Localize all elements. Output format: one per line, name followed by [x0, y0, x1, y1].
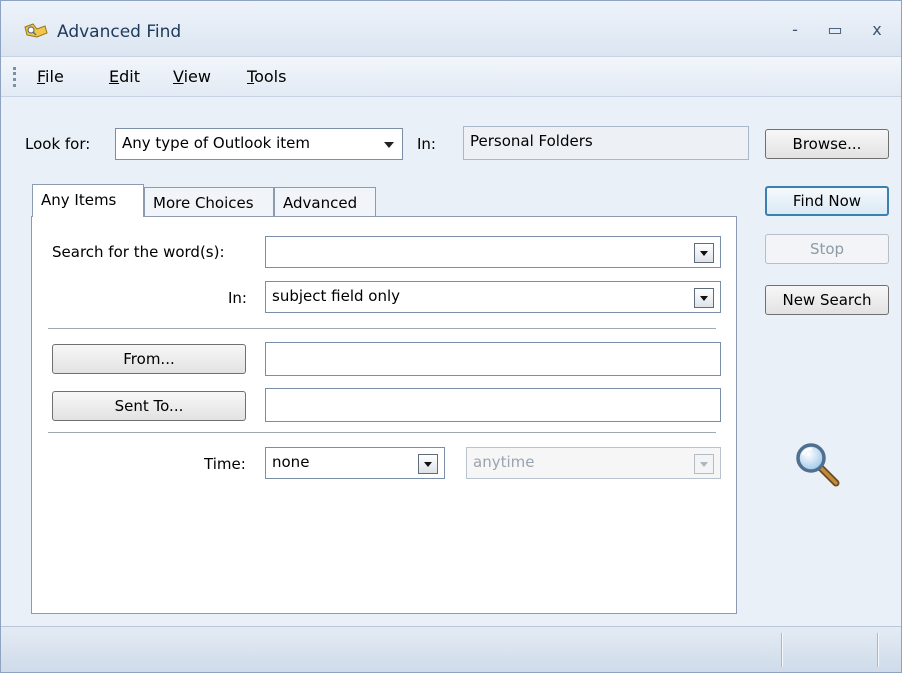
look-for-dropdown[interactable]: Any type of Outlook item: [115, 128, 403, 160]
minimize-button[interactable]: -: [779, 17, 811, 43]
stop-button[interactable]: Stop: [765, 234, 889, 264]
menu-view-label: iew: [183, 67, 211, 86]
chevron-down-icon[interactable]: [694, 243, 714, 263]
sent-to-button[interactable]: Sent To...: [52, 391, 246, 421]
menu-tools-label: ools: [254, 67, 287, 86]
status-bar: [1, 626, 901, 672]
in-folder-field: Personal Folders: [463, 126, 749, 160]
tab-more-choices[interactable]: More Choices: [144, 187, 274, 217]
from-input[interactable]: [265, 342, 721, 376]
search-in-label: In:: [228, 289, 247, 307]
status-divider: [781, 633, 783, 667]
menu-tools[interactable]: Tools: [247, 67, 286, 86]
time-range-value: anytime: [473, 453, 535, 471]
search-words-combo[interactable]: [265, 236, 721, 268]
menu-file[interactable]: File: [37, 67, 64, 86]
menu-file-label: ile: [45, 67, 64, 86]
in-folder-label: In:: [417, 135, 436, 153]
divider: [48, 432, 716, 434]
divider: [48, 328, 716, 330]
menu-view[interactable]: View: [173, 67, 211, 86]
status-divider: [877, 633, 879, 667]
toolbar-grip[interactable]: [13, 67, 16, 87]
look-for-value: Any type of Outlook item: [122, 134, 310, 152]
menu-view-mnemonic: V: [173, 67, 184, 86]
chevron-down-icon[interactable]: [694, 288, 714, 308]
menu-bar: File Edit View Tools: [1, 57, 901, 97]
from-button[interactable]: From...: [52, 344, 246, 374]
search-words-label: Search for the word(s):: [52, 243, 225, 261]
chevron-down-icon: [694, 454, 714, 474]
menu-edit-mnemonic: E: [109, 67, 120, 86]
menu-tools-mnemonic: T: [247, 67, 255, 86]
search-in-value: subject field only: [272, 287, 400, 305]
time-dropdown[interactable]: none: [265, 447, 445, 479]
window-title: Advanced Find: [57, 22, 182, 42]
browse-button[interactable]: Browse...: [765, 129, 889, 159]
chevron-down-icon[interactable]: [418, 454, 438, 474]
new-search-button[interactable]: New Search: [765, 285, 889, 315]
maximize-button[interactable]: ▭: [819, 17, 851, 43]
magnifier-icon: [796, 443, 840, 487]
close-button[interactable]: x: [861, 17, 893, 43]
menu-edit[interactable]: Edit: [109, 67, 140, 86]
in-folder-value: Personal Folders: [470, 132, 593, 150]
chevron-down-icon: [384, 142, 394, 148]
time-range-dropdown: anytime: [466, 447, 721, 479]
menu-file-mnemonic: F: [37, 67, 46, 86]
time-label: Time:: [204, 455, 246, 473]
look-for-label: Look for:: [25, 135, 91, 153]
title-bar[interactable]: Advanced Find - ▭ x: [1, 1, 901, 57]
tab-advanced[interactable]: Advanced: [274, 187, 376, 217]
sent-to-input[interactable]: [265, 388, 721, 422]
advanced-find-window: Advanced Find - ▭ x File Edit View Tools…: [0, 0, 902, 673]
search-in-dropdown[interactable]: subject field only: [265, 281, 721, 313]
find-now-button[interactable]: Find Now: [765, 186, 889, 216]
tab-any-items[interactable]: Any Items: [32, 184, 144, 217]
menu-edit-label: dit: [119, 67, 140, 86]
any-items-panel: Search for the word(s): In: subject fiel…: [31, 216, 737, 614]
time-value: none: [272, 453, 310, 471]
advanced-find-icon: [24, 23, 48, 38]
